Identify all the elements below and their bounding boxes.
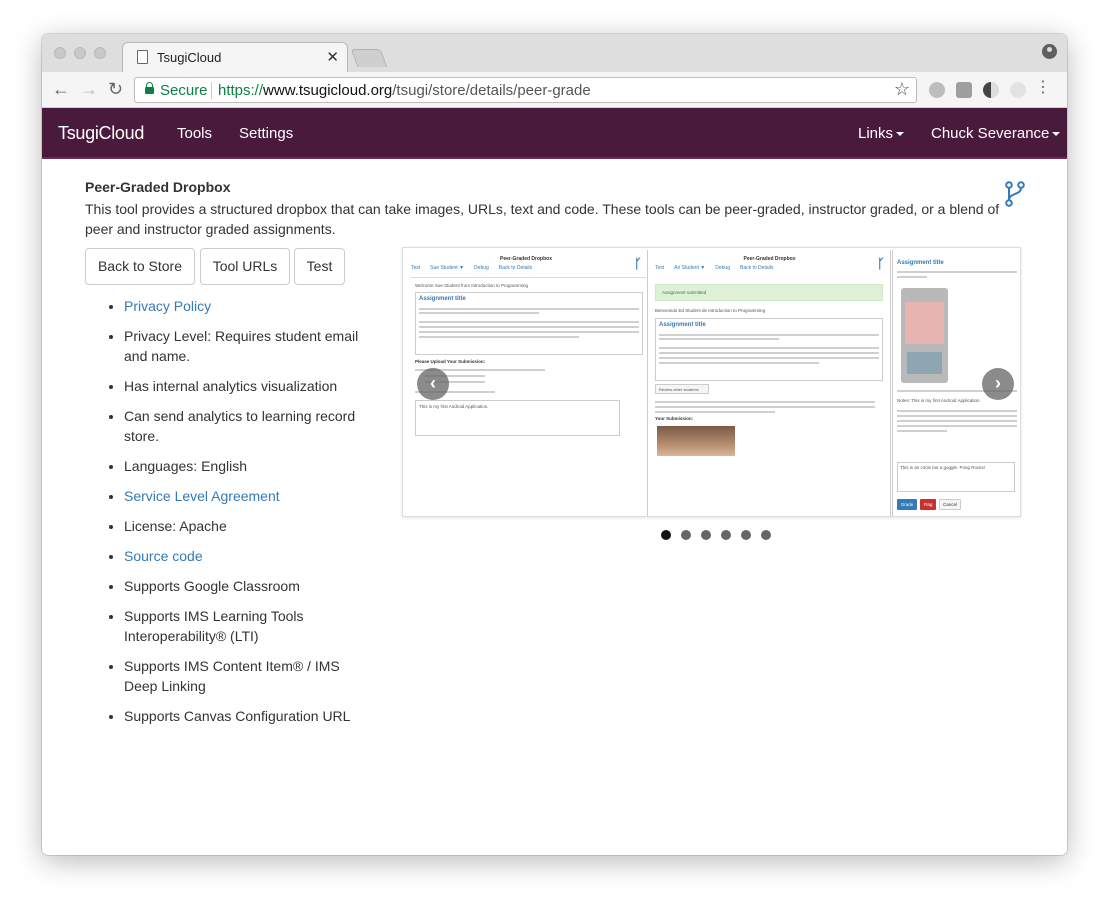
list-item: Privacy Policy — [124, 296, 370, 316]
carousel-dot[interactable] — [721, 530, 731, 540]
list-item: Languages: English — [124, 456, 370, 476]
new-tab-button[interactable] — [350, 49, 388, 67]
git-branch-icon: ᚴ — [634, 256, 642, 271]
minimize-window-button[interactable] — [74, 47, 86, 59]
page-title: Peer-Graded Dropbox — [85, 179, 231, 195]
browser-menu-icon[interactable]: ⋮ — [1035, 80, 1051, 96]
extension-circle-icon[interactable] — [1010, 82, 1026, 98]
forward-arrow-icon[interactable]: → — [80, 79, 98, 99]
nav-tools[interactable]: Tools — [177, 125, 212, 142]
list-item: Supports IMS Content Item® / IMS Deep Li… — [124, 656, 370, 696]
tab-strip: TsugiCloud ✕ — [42, 34, 1067, 72]
maximize-window-button[interactable] — [94, 47, 106, 59]
browser-window: TsugiCloud ✕ ← → ↻ Secure https://www.ts… — [42, 34, 1067, 855]
carousel-slide-screenshot[interactable]: Peer-Graded Dropbox ᚴ Test Ari Student ▼ D… — [649, 250, 891, 516]
list-item: Supports IMS Learning Tools Interoperabi… — [124, 606, 370, 646]
secure-label: Secure — [160, 82, 208, 99]
list-item: Has internal analytics visualization — [124, 376, 370, 396]
source-code-link[interactable]: Source code — [124, 548, 203, 564]
screenshot-tabs: Test Ari Student ▼ Debug Back to Details — [655, 265, 774, 271]
close-tab-icon[interactable]: ✕ — [326, 48, 339, 66]
address-bar[interactable]: Secure https://www.tsugicloud.org/tsugi/… — [134, 77, 917, 103]
list-item: Can send analytics to learning record st… — [124, 406, 370, 446]
feature-list: Privacy Policy Privacy Level: Requires s… — [110, 296, 370, 736]
list-item: Privacy Level: Requires student email an… — [124, 326, 370, 366]
browser-toolbar: ← → ↻ Secure https://www.tsugicloud.org/… — [42, 72, 1067, 108]
caret-down-icon — [1052, 132, 1061, 137]
extension-gear-icon[interactable] — [929, 82, 945, 98]
bookmark-star-icon[interactable]: ☆ — [894, 79, 910, 100]
close-window-button[interactable] — [54, 47, 66, 59]
back-to-store-button[interactable]: Back to Store — [85, 248, 195, 285]
nav-settings[interactable]: Settings — [239, 125, 293, 142]
reload-icon[interactable]: ↻ — [108, 79, 123, 99]
phone-screenshot — [901, 288, 948, 383]
nav-user-dropdown[interactable]: Chuck Severance — [931, 125, 1061, 142]
carousel-dot[interactable] — [741, 530, 751, 540]
list-item: Source code — [124, 546, 370, 566]
brand-logo[interactable]: TsugiCloud — [58, 123, 144, 144]
submission-photo — [657, 426, 735, 456]
carousel-dot[interactable] — [661, 530, 671, 540]
list-item: License: Apache — [124, 516, 370, 536]
caret-down-icon — [896, 132, 905, 137]
back-arrow-icon[interactable]: ← — [52, 79, 70, 99]
privacy-policy-link[interactable]: Privacy Policy — [124, 298, 211, 314]
nav-links-dropdown[interactable]: Links — [858, 125, 905, 142]
carousel-prev-chevron-icon[interactable]: ‹ — [417, 368, 449, 400]
extension-square-icon[interactable] — [956, 82, 972, 98]
browser-tab[interactable]: TsugiCloud ✕ — [122, 42, 348, 72]
url-text[interactable]: https://www.tsugicloud.org/tsugi/store/d… — [218, 82, 591, 99]
lock-icon — [145, 82, 154, 94]
grade-button: Grade — [897, 499, 917, 510]
flag-button: Flag — [920, 499, 936, 510]
tool-description: This tool provides a structured dropbox … — [85, 201, 1000, 237]
git-branch-icon[interactable] — [1004, 181, 1026, 207]
main-content: Peer-Graded Dropbox This tool provides a… — [42, 159, 1067, 855]
tool-urls-button[interactable]: Tool URLs — [200, 248, 290, 285]
tab-title: TsugiCloud — [157, 50, 222, 65]
site-navbar: TsugiCloud Tools Settings Links Chuck Se… — [42, 108, 1067, 159]
carousel-dot[interactable] — [761, 530, 771, 540]
list-item: Supports Google Classroom — [124, 576, 370, 596]
url-separator — [211, 82, 212, 99]
page-icon — [137, 50, 148, 64]
list-item: Service Level Agreement — [124, 486, 370, 506]
screenshot-tabs: Test Sue Student ▼ Debug Back to Details — [411, 265, 533, 271]
carousel-dot[interactable] — [701, 530, 711, 540]
sla-link[interactable]: Service Level Agreement — [124, 488, 280, 504]
carousel-dot[interactable] — [681, 530, 691, 540]
test-button[interactable]: Test — [294, 248, 345, 285]
extension-contrast-icon[interactable] — [983, 82, 999, 98]
carousel-next-chevron-icon[interactable]: › — [982, 368, 1014, 400]
git-branch-icon: ᚴ — [877, 256, 885, 271]
list-item: Supports Canvas Configuration URL — [124, 706, 370, 726]
screenshot-carousel[interactable]: Peer-Graded Dropbox ᚴ Test Sue Student ▼ D… — [402, 247, 1021, 517]
profile-icon[interactable] — [1042, 44, 1057, 59]
cancel-button: Cancel — [939, 499, 961, 510]
